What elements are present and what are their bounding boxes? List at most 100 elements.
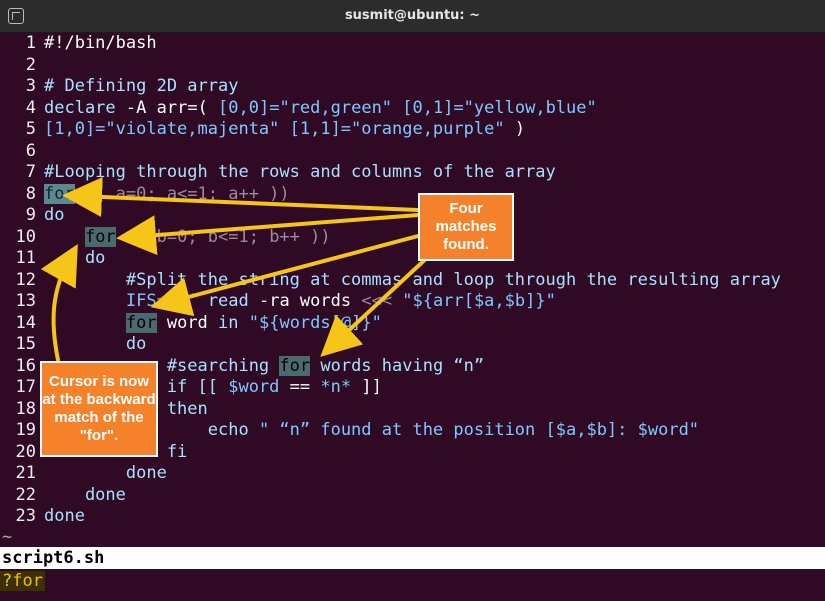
line-number: 2 (25, 54, 36, 75)
line-code: for (( a=0; a<=1; a++ )) (36, 183, 290, 206)
line-code: done (36, 485, 126, 507)
code-token: words having “n” (310, 355, 485, 376)
line-number: 22 (15, 484, 36, 505)
line-number: 17 (15, 377, 36, 397)
code-token: done (44, 506, 85, 526)
line-code: done (36, 506, 85, 528)
line-number: 7 (25, 162, 36, 182)
code-token: $word (228, 377, 280, 397)
code-token: "${words[@]}" (248, 312, 382, 333)
code-token: <<< (361, 291, 403, 311)
code-token: do (44, 205, 65, 225)
code-token: do (44, 334, 147, 354)
code-token: # Defining 2D array (44, 76, 239, 96)
code-token: (( a=0; a<=1; a++ )) (74, 183, 290, 204)
line-code: #Split the string at commas and loop thr… (36, 270, 781, 292)
line-number: 13 (15, 291, 36, 311)
code-token: #Looping through the rows and columns of… (44, 162, 556, 182)
code-token: =',' (156, 291, 198, 311)
line-number: 11 (15, 248, 36, 268)
line-code: #Looping through the rows and columns of… (36, 162, 556, 184)
code-token: ]] (351, 377, 382, 397)
code-line[interactable]: 15 do (0, 334, 825, 356)
line-code: do (36, 334, 146, 356)
line-code: do (36, 248, 105, 270)
line-number: 21 (15, 463, 36, 483)
code-token: " “n” found at the position [$a,$b]: $wo… (258, 420, 700, 440)
code-token: done (44, 463, 167, 483)
search-command: ?for (0, 571, 45, 591)
code-token: ) (514, 119, 526, 139)
code-line[interactable]: 23 done (0, 506, 825, 528)
code-line[interactable]: 1 #!/bin/bash (0, 33, 825, 55)
line-number: 18 (15, 398, 36, 419)
code-line[interactable]: 21 done (0, 463, 825, 485)
line-number: 1 (25, 33, 36, 53)
code-token: (( b=0; b<=1; b++ )) (115, 226, 331, 247)
code-line[interactable]: 13 IFS=',' read -ra words <<< "${arr[$a,… (0, 291, 825, 313)
line-code: declare -A arr=( [0,0]="red,green" [0,1]… (36, 98, 597, 120)
code-line[interactable]: 10 for (( b=0; b<=1; b++ )) (0, 226, 825, 249)
line-number: 8 (25, 183, 36, 204)
code-token: [1,0]="violate,majenta" [1,1]="orange,pu… (44, 119, 515, 139)
search-match: for (84, 226, 116, 247)
window-title: susmit@ubuntu: ~ (344, 8, 481, 23)
line-code: for (( b=0; b<=1; b++ )) (36, 226, 331, 249)
code-line[interactable]: 8 for (( a=0; a<=1; a++ )) (0, 183, 825, 206)
search-match: for (279, 355, 311, 376)
code-line[interactable]: 9 do (0, 205, 825, 227)
line-number: 16 (15, 355, 36, 376)
line-number: 23 (15, 506, 36, 526)
code-token: do (44, 248, 106, 268)
line-number: 12 (15, 269, 36, 290)
code-line[interactable]: 3 # Defining 2D array (0, 76, 825, 98)
code-token: =( (187, 97, 219, 118)
code-token: #Split the string at commas and loop thr… (44, 269, 781, 290)
line-number: 4 (25, 97, 36, 118)
line-code: for word in "${words[@]}" (36, 312, 382, 335)
code-token: #!/bin/bash (44, 33, 157, 53)
code-line[interactable]: 5 [1,0]="violate,majenta" [1,1]="orange,p… (0, 119, 825, 141)
command-line[interactable]: ?for (0, 570, 45, 592)
title-bar: susmit@ubuntu: ~ (0, 0, 825, 33)
search-match: for (44, 183, 75, 204)
search-match: for (125, 312, 157, 333)
cursor-callout: Cursor is now at the backward match of t… (40, 361, 158, 457)
code-line[interactable]: 11 do (0, 248, 825, 270)
code-line[interactable]: 12 #Split the string at commas and loop … (0, 270, 825, 292)
status-bar: script6.sh (0, 547, 825, 569)
code-token: == (279, 377, 321, 397)
code-line[interactable]: 4 declare -A arr=( [0,0]="red,green" [0,1… (0, 98, 825, 120)
line-code: [1,0]="violate,majenta" [1,1]="orange,pu… (36, 119, 525, 141)
code-line[interactable]: 22 done (0, 485, 825, 507)
code-line[interactable]: 6 (0, 141, 825, 163)
line-number: 6 (25, 140, 36, 161)
line-code: IFS=',' read -ra words <<< "${arr[$a,$b]… (36, 291, 556, 313)
line-number: 14 (15, 312, 36, 333)
code-token: arr (156, 97, 188, 118)
code-line[interactable]: 14 for word in "${words[@]}" (0, 312, 825, 335)
line-number: 15 (15, 334, 36, 354)
code-line[interactable]: 7 #Looping through the rows and columns o… (0, 162, 825, 184)
line-number: 3 (25, 76, 36, 96)
line-number: 20 (15, 441, 36, 462)
code-token: -ra words (258, 291, 362, 311)
code-token: done (44, 484, 126, 505)
code-token: read (197, 291, 259, 311)
line-code: done (36, 463, 167, 485)
line-code: do (36, 205, 64, 227)
line-number: 19 (15, 420, 36, 440)
line-number: 10 (15, 226, 36, 247)
code-token: word (156, 312, 219, 333)
line-code: #!/bin/bash (36, 33, 157, 55)
code-token: [0,0]="red,green" [0,1]="yellow,blue" (218, 97, 597, 118)
line-code: # Defining 2D array (36, 76, 238, 98)
status-filename: script6.sh (2, 548, 105, 568)
line-number: 9 (25, 205, 36, 225)
code-line[interactable]: 2 (0, 55, 825, 77)
